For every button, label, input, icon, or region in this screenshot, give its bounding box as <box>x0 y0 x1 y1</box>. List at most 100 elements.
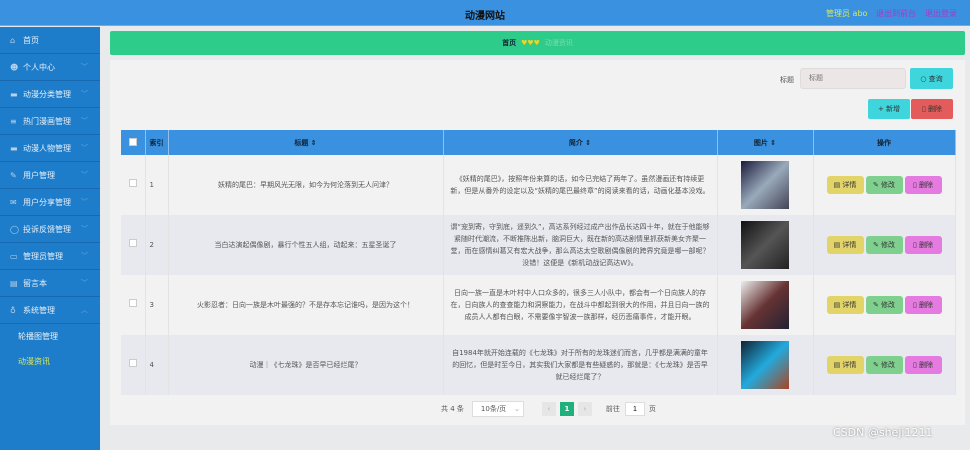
chevron-down-icon: ﹀ <box>81 225 88 233</box>
row-checkbox[interactable] <box>128 299 137 307</box>
query-button[interactable]: ○ 查询 <box>910 68 953 89</box>
row-checkbox[interactable] <box>128 359 137 367</box>
row-image[interactable] <box>741 281 789 329</box>
edit-label: 修改 <box>881 301 896 309</box>
delete-label: 删除 <box>928 105 943 113</box>
site-title: 动漫网站 <box>465 11 505 22</box>
edit-icon: ✎ <box>872 241 882 249</box>
edit-button[interactable]: ✎ 修改 <box>865 296 903 314</box>
select-all-checkbox[interactable] <box>128 137 137 146</box>
add-button[interactable]: + 新增 <box>868 99 910 119</box>
intro-header[interactable]: 简介 ⇕ <box>443 130 718 155</box>
row-delete-button[interactable]: ▯ 删除 <box>904 356 942 374</box>
add-label: 新增 <box>886 105 901 113</box>
detail-label: 详情 <box>842 181 857 189</box>
row-select-cell <box>121 275 146 335</box>
row-select-cell <box>121 215 146 275</box>
detail-button[interactable]: ▤ 详情 <box>826 176 864 194</box>
title-search-input[interactable] <box>800 68 906 89</box>
sidebar-item-label: 用户分享管理 <box>23 197 71 207</box>
detail-button[interactable]: ▤ 详情 <box>826 296 864 314</box>
sidebar-item-label: 投诉反馈管理 <box>23 224 71 234</box>
next-page-button[interactable]: › <box>577 402 592 416</box>
row-image[interactable] <box>741 221 789 269</box>
query-label: 查询 <box>928 74 943 83</box>
news-table: 索引 标题 ⇕ 简介 ⇕ 图片 ⇕ 操作 1 妖精的尾巴：早期风光无限，如今为何… <box>121 130 956 395</box>
sidebar-subitem-news[interactable]: 动漫资讯 <box>0 349 100 374</box>
sidebar-item-8[interactable]: ▭ 管理员管理 ﹀ <box>0 243 100 270</box>
detail-button[interactable]: ▤ 详情 <box>826 236 864 254</box>
edit-button[interactable]: ✎ 修改 <box>865 176 903 194</box>
row-delete-label: 删除 <box>919 181 934 189</box>
table-row: 2 当白达演起偶像剧，暴行个性五人组，动起来：五星圣诞了 谓“宠到寄，守到底，遥… <box>121 215 956 275</box>
detail-button[interactable]: ▤ 详情 <box>826 356 864 374</box>
row-actions: ▤ 详情 ✎ 修改 ▯ 删除 <box>813 335 956 395</box>
pagination: 共 4 条 10条/页 ⌄ ‹ 1 › 前往 页 <box>441 401 656 417</box>
row-index: 3 <box>145 275 169 335</box>
row-image-cell <box>717 155 814 215</box>
row-actions: ▤ 详情 ✎ 修改 ▯ 删除 <box>813 215 956 275</box>
sidebar: ⌂ 首页 ☻ 个人中心 ﹀ ▬ 动漫分类管理 ﹀ ≡ 热门漫画管理 ﹀ ▬ 动漫人物管理 ﹀ ✎ 用户管理 ﹀ ✉… <box>0 27 100 450</box>
sidebar-item-5[interactable]: ✎ 用户管理 ﹀ <box>0 162 100 189</box>
table-row: 3 火影忍者：日向一族是木叶最强的？不是存本忘记谁吗，是因为这个！ 日向一族一直… <box>121 275 956 335</box>
row-delete-button[interactable]: ▯ 删除 <box>904 236 942 254</box>
list-icon: ≡ <box>10 116 17 126</box>
sidebar-item-4[interactable]: ▬ 动漫人物管理 ﹀ <box>0 135 100 162</box>
sidebar-item-1[interactable]: ☻ 个人中心 ﹀ <box>0 54 100 81</box>
edit-icon: ✎ <box>10 170 17 180</box>
logout-link[interactable]: 退出登录 <box>925 8 957 19</box>
chevron-down-icon: ﹀ <box>81 117 88 125</box>
image-header-label: 图片 <box>753 138 768 147</box>
row-delete-label: 删除 <box>919 301 934 309</box>
goto-page-input[interactable] <box>624 402 645 416</box>
sidebar-item-label: 个人中心 <box>23 62 55 72</box>
sidebar-subitem-label: 动漫资讯 <box>18 357 50 366</box>
sidebar-item-2[interactable]: ▬ 动漫分类管理 ﹀ <box>0 81 100 108</box>
row-checkbox[interactable] <box>128 179 137 187</box>
row-select-cell <box>121 335 146 395</box>
sidebar-item-0[interactable]: ⌂ 首页 <box>0 27 100 54</box>
sidebar-subitem-carousel[interactable]: 轮播图管理 <box>0 324 100 349</box>
title-header[interactable]: 标题 ⇕ <box>168 130 444 155</box>
edit-button[interactable]: ✎ 修改 <box>865 356 903 374</box>
detail-label: 详情 <box>842 241 857 249</box>
row-index: 1 <box>145 155 169 215</box>
row-title: 当白达演起偶像剧，暴行个性五人组，动起来：五星圣诞了 <box>168 215 444 275</box>
row-intro: 自1984年就开始连载的《七龙珠》对于所有的龙珠迷们而言，几乎都是满满的童年的回… <box>443 335 718 395</box>
header: 动漫网站 管理员 abo 退出到前台 退出登录 <box>0 0 970 26</box>
row-image[interactable] <box>741 341 789 389</box>
edit-label: 修改 <box>881 181 896 189</box>
chevron-up-icon: ︿ <box>81 306 88 314</box>
sidebar-item-10[interactable]: ♁ 系统管理 ︿ <box>0 297 100 324</box>
page-1-button[interactable]: 1 <box>559 402 574 416</box>
monitor-icon: ▬ <box>10 143 18 153</box>
sidebar-item-3[interactable]: ≡ 热门漫画管理 ﹀ <box>0 108 100 135</box>
search-icon: ○ <box>920 74 929 83</box>
sidebar-item-label: 系统管理 <box>23 305 55 315</box>
row-title: 动漫｜《七龙珠》是否早已经烂尾？ <box>168 335 444 395</box>
select-all-header <box>121 130 146 155</box>
page-size-select[interactable]: 10条/页 ⌄ <box>471 401 524 417</box>
image-header[interactable]: 图片 ⇕ <box>717 130 814 155</box>
row-image[interactable] <box>741 161 789 209</box>
user-icon: ☻ <box>10 62 19 72</box>
edit-button[interactable]: ✎ 修改 <box>865 236 903 254</box>
delete-button[interactable]: ▯ 删除 <box>911 99 953 119</box>
title-header-label: 标题 <box>294 138 309 147</box>
sidebar-item-label: 用户管理 <box>23 170 55 180</box>
row-checkbox[interactable] <box>128 239 137 247</box>
home-icon: ⌂ <box>10 35 16 45</box>
breadcrumb: 首页 ♥♥♥ 动漫资讯 <box>110 31 965 55</box>
sidebar-item-9[interactable]: ▤ 留言本 ﹀ <box>0 270 100 297</box>
chevron-down-icon: ﹀ <box>81 279 88 287</box>
prev-page-button[interactable]: ‹ <box>541 402 556 416</box>
to-front-link[interactable]: 退出到前台 <box>876 8 916 19</box>
row-delete-button[interactable]: ▯ 删除 <box>904 296 942 314</box>
sidebar-item-6[interactable]: ✉ 用户分享管理 ﹀ <box>0 189 100 216</box>
chevron-down-icon: ⌄ <box>514 405 521 413</box>
row-delete-button[interactable]: ▯ 删除 <box>904 176 942 194</box>
row-actions: ▤ 详情 ✎ 修改 ▯ 删除 <box>813 275 956 335</box>
breadcrumb-home[interactable]: 首页 <box>502 38 516 48</box>
ops-header: 操作 <box>813 130 956 155</box>
sidebar-item-7[interactable]: ◯ 投诉反馈管理 ﹀ <box>0 216 100 243</box>
